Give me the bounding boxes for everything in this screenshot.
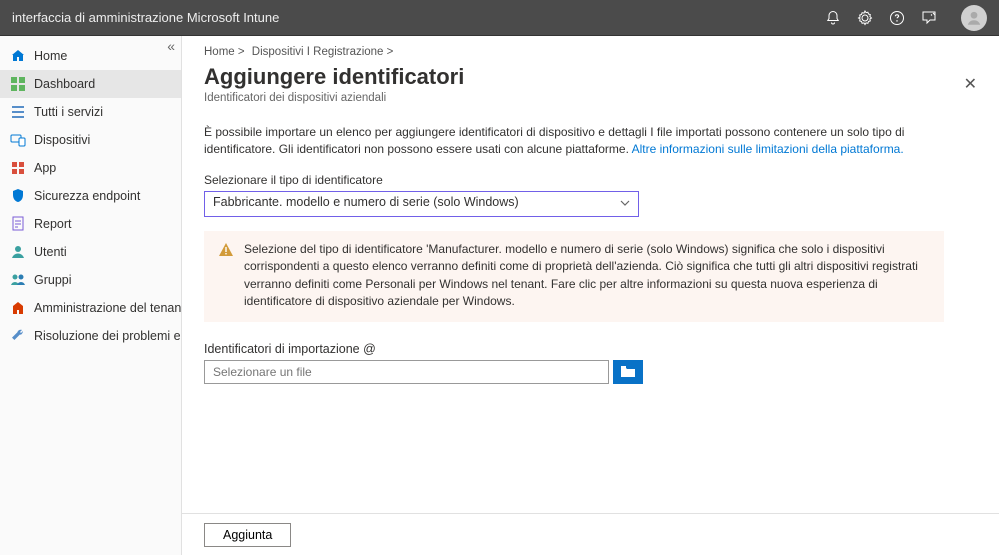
devices-icon: [10, 132, 26, 148]
shield-icon: [10, 188, 26, 204]
identifier-type-value: Fabbricante. modello e numero di serie (…: [204, 191, 639, 217]
apps-icon: [10, 160, 26, 176]
learn-more-link[interactable]: Altre informazioni sulle limitazioni del…: [632, 142, 904, 156]
close-icon[interactable]: ✕: [964, 74, 977, 94]
page-title: Aggiungere identificatori: [204, 64, 971, 90]
groups-icon: [10, 272, 26, 288]
sidebar-item-devices[interactable]: Dispositivi: [0, 126, 181, 154]
breadcrumb-home[interactable]: Home >: [204, 46, 245, 58]
import-row: [204, 360, 971, 384]
user-icon: [10, 244, 26, 260]
report-icon: [10, 216, 26, 232]
collapse-sidebar-icon[interactable]: «: [167, 38, 175, 54]
warning-panel: Selezione del tipo di identificatore 'Ma…: [204, 231, 944, 323]
feedback-icon[interactable]: [921, 10, 937, 26]
wrench-icon: [10, 328, 26, 344]
breadcrumb-enrollment[interactable]: Dispositivi I Registrazione >: [252, 46, 394, 58]
sidebar-label: Report: [34, 217, 72, 231]
tenant-icon: [10, 300, 26, 316]
sidebar-item-users[interactable]: Utenti: [0, 238, 181, 266]
sidebar-item-dashboard[interactable]: Dashboard: [0, 70, 181, 98]
sidebar-item-troubleshoot[interactable]: Risoluzione dei problemi e supporto: [0, 322, 181, 350]
sidebar-label: Utenti: [34, 245, 67, 259]
sidebar-label: Amministrazione del tenant: [34, 301, 181, 315]
home-icon: [10, 48, 26, 64]
settings-icon[interactable]: [857, 10, 873, 26]
sidebar-label: Risoluzione dei problemi e supporto: [34, 329, 181, 343]
sidebar-item-reports[interactable]: Report: [0, 210, 181, 238]
sidebar-label: App: [34, 161, 56, 175]
sidebar-item-endpoint-security[interactable]: Sicurezza endpoint: [0, 182, 181, 210]
notifications-icon[interactable]: [825, 10, 841, 26]
warning-text: Selezione del tipo di identificatore 'Ma…: [244, 241, 930, 311]
sidebar-item-tenant-admin[interactable]: Amministrazione del tenant: [0, 294, 181, 322]
topbar: interfaccia di amministrazione Microsoft…: [0, 0, 999, 36]
app-title: interfaccia di amministrazione Microsoft…: [12, 10, 279, 25]
page-subtitle: Identificatori dei dispositivi aziendali: [204, 92, 971, 104]
import-label: Identificatori di importazione @: [204, 342, 971, 356]
sidebar-label: Tutti i servizi: [34, 105, 103, 119]
sidebar-label: Dispositivi: [34, 133, 90, 147]
content: Home > Dispositivi I Registrazione > Agg…: [182, 36, 999, 555]
user-avatar[interactable]: [961, 5, 987, 31]
dashboard-icon: [10, 76, 26, 92]
help-icon[interactable]: [889, 10, 905, 26]
sidebar-label: Home: [34, 49, 67, 63]
sidebar: « Home Dashboard Tutti i servizi Disposi…: [0, 36, 182, 555]
breadcrumb: Home > Dispositivi I Registrazione >: [204, 46, 971, 58]
list-icon: [10, 104, 26, 120]
sidebar-item-groups[interactable]: Gruppi: [0, 266, 181, 294]
add-button[interactable]: Aggiunta: [204, 523, 291, 547]
topbar-actions: [825, 5, 987, 31]
footer: Aggiunta: [182, 513, 999, 555]
sidebar-label: Gruppi: [34, 273, 72, 287]
sidebar-item-apps[interactable]: App: [0, 154, 181, 182]
page-description: È possibile importare un elenco per aggi…: [204, 124, 944, 159]
sidebar-item-all-services[interactable]: Tutti i servizi: [0, 98, 181, 126]
file-select-input[interactable]: [204, 360, 609, 384]
sidebar-label: Sicurezza endpoint: [34, 189, 140, 203]
warning-icon: [218, 242, 234, 311]
sidebar-label: Dashboard: [34, 77, 95, 91]
identifier-type-label: Selezionare il tipo di identificatore: [204, 173, 971, 187]
identifier-type-select[interactable]: Fabbricante. modello e numero di serie (…: [204, 191, 639, 217]
sidebar-item-home[interactable]: Home: [0, 42, 181, 70]
browse-file-button[interactable]: [613, 360, 643, 384]
